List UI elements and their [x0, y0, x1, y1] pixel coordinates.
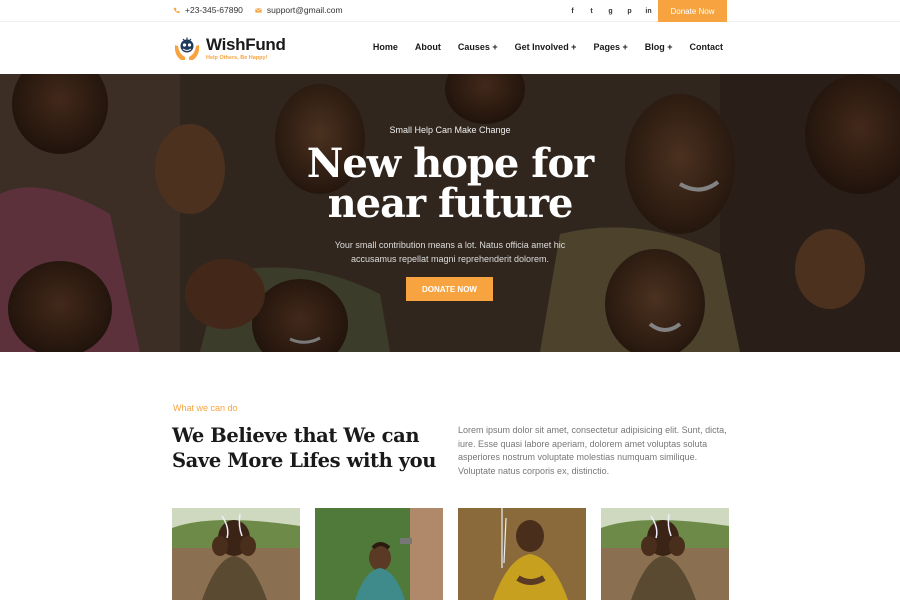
google-plus-icon[interactable]: g: [601, 5, 620, 17]
phone-item[interactable]: +23-345-67890: [173, 5, 243, 15]
donate-now-button[interactable]: DONATE NOW: [406, 277, 493, 301]
facebook-icon[interactable]: f: [563, 5, 582, 17]
top-bar: +23-345-67890 support@gmail.com f t g p …: [0, 0, 900, 22]
hero-title: New hope for near future: [0, 144, 900, 224]
cause-cards: [172, 508, 729, 600]
hero-section: Small Help Can Make Change New hope for …: [0, 74, 900, 352]
nav-blog[interactable]: Blog +: [645, 42, 673, 52]
cause-card-image[interactable]: [315, 508, 443, 600]
boy-water-photo: [458, 508, 586, 600]
hero-content: Small Help Can Make Change New hope for …: [0, 74, 900, 352]
cause-card-image[interactable]: [601, 508, 729, 600]
nav-causes[interactable]: Causes +: [458, 42, 498, 52]
pinterest-icon[interactable]: p: [620, 5, 639, 17]
envelope-icon: [255, 7, 262, 13]
hands-heart-logo-icon: [174, 37, 200, 60]
contact-info: +23-345-67890 support@gmail.com: [173, 5, 343, 15]
section-kicker: What we can do: [173, 403, 238, 413]
email-address: support@gmail.com: [266, 5, 343, 15]
child-water-photo: [601, 508, 729, 600]
brand-tagline: Help Others, Be Happy!: [206, 54, 268, 61]
section-paragraph: Lorem ipsum dolor sit amet, consectetur …: [458, 425, 727, 476]
nav-pages[interactable]: Pages +: [593, 42, 627, 52]
hero-subtitle: Your small contribution means a lot. Nat…: [334, 240, 566, 264]
nav-about[interactable]: About: [415, 42, 441, 52]
hero-title-line2: near future: [327, 180, 574, 227]
girl-tap-photo: [315, 508, 443, 600]
site-logo[interactable]: WishFund Help Others, Be Happy!: [172, 33, 286, 63]
main-header: WishFund Help Others, Be Happy! Home Abo…: [0, 22, 900, 74]
email-item[interactable]: support@gmail.com: [255, 5, 343, 15]
main-nav: Home About Causes + Get Involved + Pages…: [373, 42, 723, 52]
nav-home[interactable]: Home: [373, 42, 398, 52]
cause-card-image[interactable]: [458, 508, 586, 600]
child-water-photo: [172, 508, 300, 600]
hero-kicker: Small Help Can Make Change: [389, 125, 511, 135]
section-heading: We Believe that We can Save More Lifes w…: [172, 424, 437, 472]
phone-icon: [173, 7, 180, 13]
brand-name: WishFund: [206, 34, 286, 54]
twitter-icon[interactable]: t: [582, 5, 601, 17]
nav-contact[interactable]: Contact: [690, 42, 724, 52]
nav-get-involved[interactable]: Get Involved +: [515, 42, 577, 52]
hero-title-line1: New hope for: [306, 140, 594, 187]
social-links: f t g p in: [563, 5, 658, 17]
cause-card-image[interactable]: [172, 508, 300, 600]
phone-number: +23-345-67890: [185, 5, 243, 15]
donate-now-button-top[interactable]: Donate Now: [658, 0, 727, 22]
linkedin-icon[interactable]: in: [639, 5, 658, 17]
